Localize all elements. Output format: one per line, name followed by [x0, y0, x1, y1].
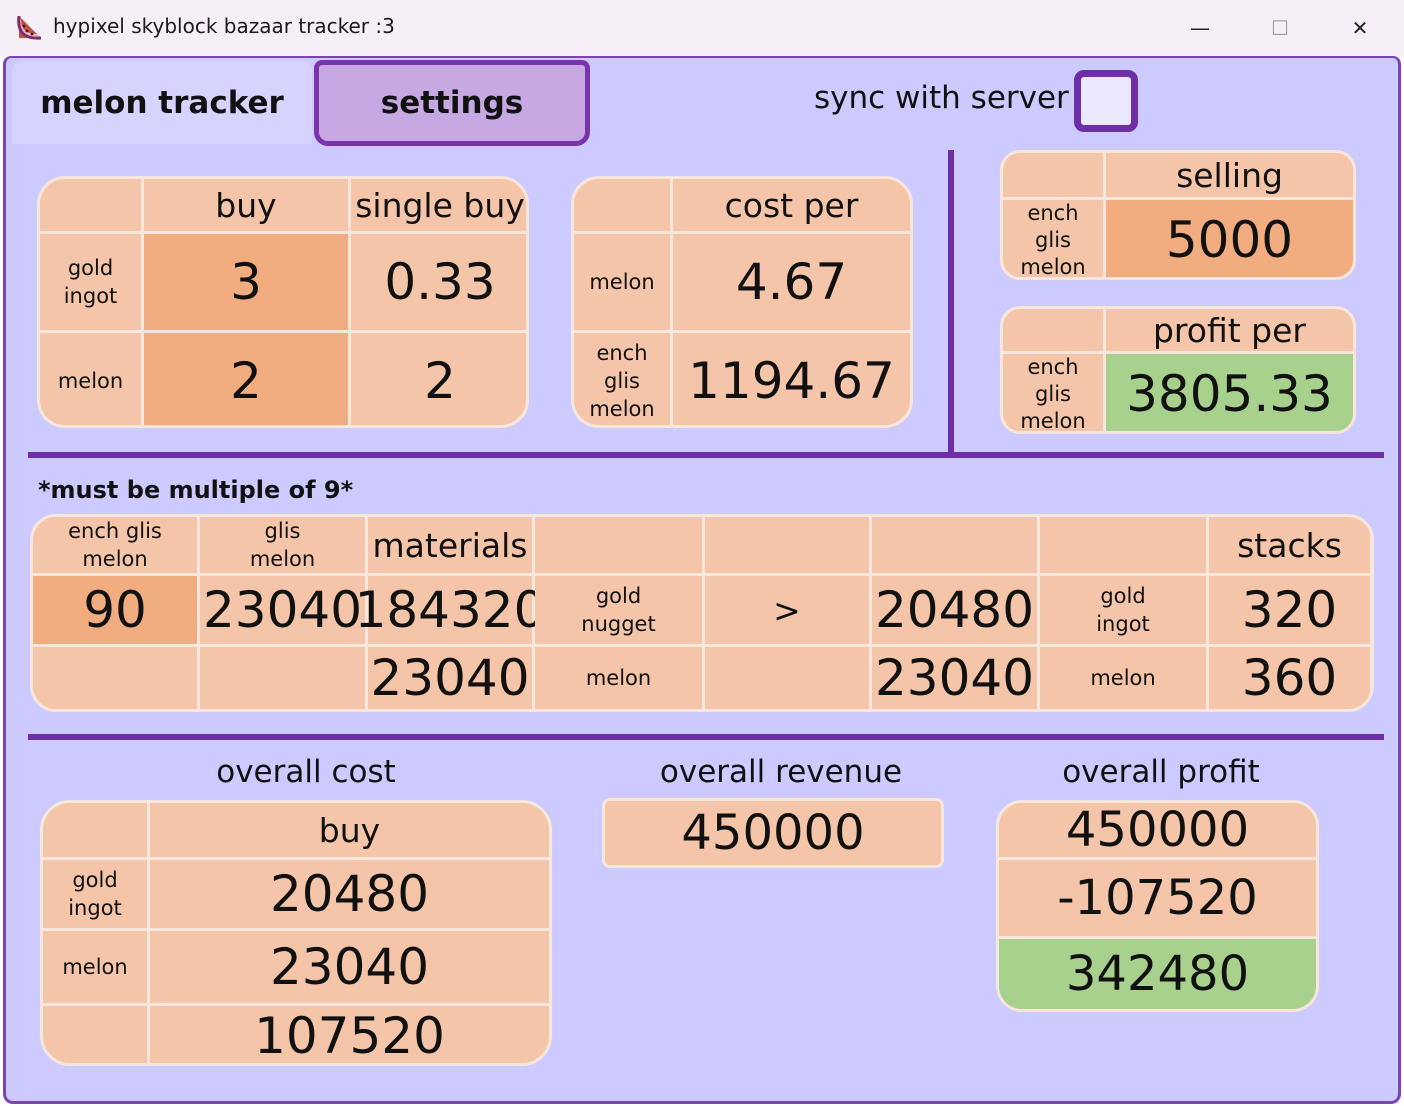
- melon-stacks: 360: [1209, 647, 1370, 709]
- profit-per-value: 3805.33: [1106, 354, 1353, 431]
- vertical-divider: [948, 150, 954, 454]
- table-corner: [1003, 309, 1103, 351]
- row-label-gold-ingot: gold ingot: [40, 234, 141, 330]
- row-label-total: [43, 1006, 147, 1063]
- material-label-melon: melon: [1040, 647, 1206, 709]
- column-header-buy: buy: [150, 803, 549, 857]
- melon-slice-icon: [17, 15, 42, 40]
- window-title: hypixel skyblock bazaar tracker :3: [53, 14, 395, 38]
- table-corner: [1003, 153, 1103, 197]
- row-label-ench-glis-melon: ench glis melon: [1003, 200, 1103, 277]
- row-label-melon: melon: [574, 234, 670, 330]
- column-header-single-buy: single buy: [351, 179, 526, 231]
- column-header-materials: materials: [368, 517, 532, 573]
- close-button[interactable]: ✕: [1320, 0, 1400, 56]
- sync-checkbox[interactable]: [1074, 70, 1138, 132]
- overall-cost-total: 107520: [150, 1006, 549, 1063]
- materials-gold-nugget-amount: 184320: [355, 576, 545, 644]
- melon-single-buy: 2: [351, 333, 526, 425]
- gold-ingot-amount: 20480: [872, 576, 1037, 644]
- table-corner: [43, 803, 147, 857]
- multiple-of-nine-note: *must be multiple of 9*: [38, 476, 354, 504]
- sync-label: sync with server: [814, 80, 1069, 116]
- column-header-stacks: stacks: [1209, 517, 1370, 573]
- overall-profit-revenue: 450000: [999, 803, 1316, 858]
- ench-glis-melon-cost-per: 1194.67: [673, 333, 910, 425]
- table-corner: [40, 179, 141, 231]
- melon-buy-input[interactable]: 2: [144, 333, 348, 425]
- column-header-glis-melon: glis melon: [200, 517, 365, 573]
- overall-cost-table: buy gold ingot 20480 melon 23040 107520: [40, 800, 552, 1066]
- buy-table: buy single buy gold ingot 3 0.33 melon 2…: [37, 176, 529, 428]
- main-panel: melon tracker settings sync with server …: [3, 56, 1401, 1104]
- column-header-empty: [872, 517, 1037, 573]
- material-label-gold-nugget: gold nugget: [535, 576, 702, 644]
- overall-revenue-caption: overall revenue: [659, 754, 903, 790]
- column-header-cost-per: cost per: [673, 179, 910, 231]
- column-header-profit-per: profit per: [1106, 309, 1353, 351]
- melon-amount: 23040: [872, 647, 1037, 709]
- maximize-button[interactable]: ☐: [1240, 0, 1320, 56]
- column-header-selling: selling: [1106, 153, 1353, 197]
- table-corner: [574, 179, 670, 231]
- row-label-gold-ingot: gold ingot: [43, 860, 147, 928]
- overall-profit-cost: -107520: [999, 860, 1316, 936]
- overall-profit-table: 450000 -107520 342480: [996, 800, 1319, 1012]
- empty-cell: [705, 647, 869, 709]
- selling-table: selling ench glis melon 5000: [1000, 150, 1356, 280]
- overall-revenue-value: 450000: [605, 801, 941, 865]
- row-label-melon: melon: [43, 931, 147, 1003]
- overall-profit-caption: overall profit: [1062, 754, 1260, 790]
- glis-melon-amount: 23040: [200, 576, 365, 644]
- materials-table: ench glis melon glis melon materials sta…: [30, 514, 1374, 712]
- column-header-buy: buy: [144, 179, 348, 231]
- overall-cost-gold-ingot: 20480: [150, 860, 549, 928]
- tab-settings[interactable]: settings: [314, 60, 590, 146]
- materials-melon-amount: 23040: [368, 647, 532, 709]
- column-header-empty: [535, 517, 702, 573]
- row-label-melon: melon: [40, 333, 141, 425]
- material-label-melon: melon: [535, 647, 702, 709]
- column-header-ench-glis-melon: ench glis melon: [33, 517, 197, 573]
- minimize-button[interactable]: —: [1160, 0, 1240, 56]
- gold-ingot-buy-input[interactable]: 3: [144, 234, 348, 330]
- ench-glis-melon-amount-input[interactable]: 90: [33, 576, 197, 644]
- gold-ingot-stacks: 320: [1209, 576, 1370, 644]
- empty-cell: [33, 647, 197, 709]
- title-bar: hypixel skyblock bazaar tracker :3 — ☐ ✕: [0, 0, 1404, 56]
- melon-cost-per: 4.67: [673, 234, 910, 330]
- material-label-gold-ingot: gold ingot: [1040, 576, 1206, 644]
- row-label-ench-glis-melon: ench glis melon: [574, 333, 670, 425]
- selling-price-input[interactable]: 5000: [1106, 200, 1353, 277]
- overall-profit-total: 342480: [999, 939, 1316, 1009]
- gold-ingot-single-buy: 0.33: [351, 234, 526, 330]
- overall-cost-caption: overall cost: [216, 754, 396, 790]
- row-label-ench-glis-melon: ench glis melon: [1003, 354, 1103, 431]
- cost-per-table: cost per melon 4.67 ench glis melon 1194…: [571, 176, 913, 428]
- empty-cell: [200, 647, 365, 709]
- overall-cost-melon: 23040: [150, 931, 549, 1003]
- conversion-arrow: >: [705, 576, 869, 644]
- column-header-empty: [705, 517, 869, 573]
- overall-revenue-box: 450000: [602, 798, 944, 868]
- divider-bottom: [28, 734, 1384, 740]
- column-header-empty: [1040, 517, 1206, 573]
- tab-melon-tracker[interactable]: melon tracker: [12, 62, 312, 144]
- profit-per-table: profit per ench glis melon 3805.33: [1000, 306, 1356, 434]
- divider-top: [28, 452, 1384, 458]
